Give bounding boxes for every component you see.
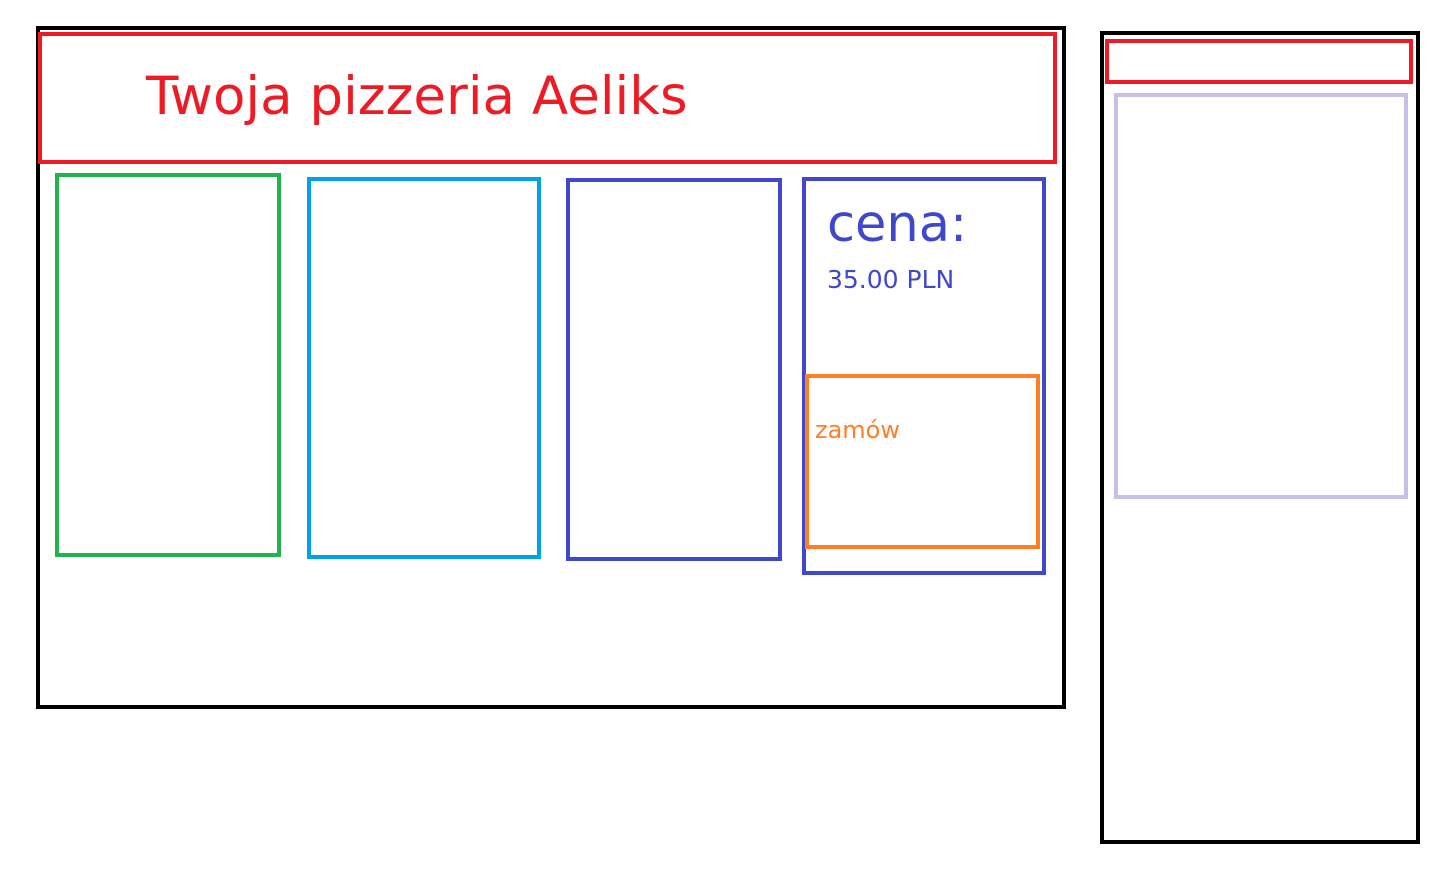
price-value: 35.00 PLN bbox=[827, 265, 955, 294]
page-title: Twoja pizzeria Aeliks bbox=[146, 66, 688, 127]
side-panel-content bbox=[1114, 93, 1408, 499]
order-button-label: zamów bbox=[815, 416, 900, 444]
pizza-card-2[interactable] bbox=[307, 177, 541, 559]
side-panel-header bbox=[1105, 39, 1413, 84]
pizza-card-1[interactable] bbox=[55, 173, 281, 557]
header-banner: Twoja pizzeria Aeliks bbox=[38, 32, 1057, 164]
pizza-card-3[interactable] bbox=[566, 178, 782, 561]
price-label: cena: bbox=[827, 195, 968, 254]
order-button[interactable]: zamów bbox=[805, 374, 1040, 549]
